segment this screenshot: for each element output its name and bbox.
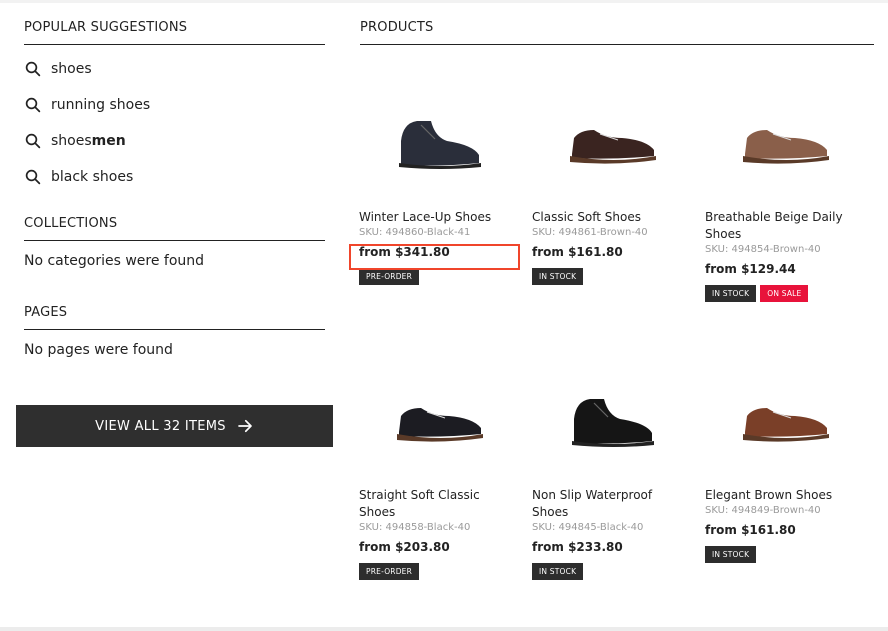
- arrow-right-icon: [238, 419, 252, 433]
- search-icon: [25, 61, 41, 77]
- product-card[interactable]: Straight Soft Classic Shoes SKU: 494858-B…: [359, 356, 519, 580]
- product-price: from $129.44: [705, 262, 796, 276]
- pages-title: PAGES: [24, 305, 325, 330]
- status-badge: IN STOCK: [705, 285, 757, 302]
- product-name[interactable]: Classic Soft Shoes: [532, 209, 692, 226]
- badge-group: IN STOCK ON SALE: [705, 285, 865, 302]
- badge-group: IN STOCK: [532, 268, 692, 285]
- status-badge: IN STOCK: [705, 546, 757, 563]
- product-name[interactable]: Elegant Brown Shoes: [705, 487, 865, 504]
- product-image[interactable]: [532, 78, 692, 203]
- product-sku: SKU: 494860-Black-41: [359, 227, 471, 238]
- collections-empty-note: No categories were found: [24, 253, 205, 269]
- product-image[interactable]: [532, 356, 692, 481]
- search-icon: [25, 169, 41, 185]
- suggestion-text: running shoes: [51, 97, 151, 113]
- product-sku: SKU: 494845-Black-40: [532, 522, 644, 533]
- search-icon: [25, 97, 41, 113]
- product-image[interactable]: [705, 78, 865, 203]
- popular-suggestions-title: POPULAR SUGGESTIONS: [24, 20, 325, 45]
- product-card[interactable]: Elegant Brown Shoes SKU: 494849-Brown-40 f…: [705, 356, 865, 563]
- products-title: PRODUCTS: [360, 20, 874, 45]
- suggestion-list: shoes running shoes shoesmen black shoes: [24, 51, 325, 195]
- collections-section: COLLECTIONS No categories were found: [24, 216, 325, 269]
- product-image[interactable]: [705, 356, 865, 481]
- suggestion-item[interactable]: shoes: [24, 51, 325, 87]
- product-sku: SKU: 494849-Brown-40: [705, 505, 821, 516]
- view-all-items-button[interactable]: VIEW ALL 32 ITEMS: [16, 405, 333, 447]
- suggestion-text: black shoes: [51, 169, 134, 185]
- product-sku: SKU: 494854-Brown-40: [705, 244, 821, 255]
- suggestion-item[interactable]: shoesmen: [24, 123, 325, 159]
- product-card[interactable]: Non Slip Waterproof Shoes SKU: 494845-Bla…: [532, 356, 692, 580]
- product-price: from $341.80: [359, 245, 450, 259]
- view-all-label: VIEW ALL 32 ITEMS: [95, 418, 226, 434]
- product-price: from $161.80: [705, 523, 796, 537]
- suggestion-text: shoesmen: [51, 133, 126, 149]
- product-name[interactable]: Straight Soft Classic Shoes: [359, 487, 519, 521]
- pages-section: PAGES No pages were found: [24, 305, 325, 358]
- product-sku: SKU: 494858-Black-40: [359, 522, 471, 533]
- product-image[interactable]: [359, 78, 519, 203]
- products-header: PRODUCTS: [360, 20, 874, 45]
- suggestion-text: shoes: [51, 61, 92, 77]
- product-image[interactable]: [359, 356, 519, 481]
- product-sku: SKU: 494861-Brown-40: [532, 227, 648, 238]
- product-price: from $161.80: [532, 245, 623, 259]
- status-badge: PRE-ORDER: [359, 268, 420, 285]
- status-badge: PRE-ORDER: [359, 563, 420, 580]
- top-divider: [0, 0, 888, 3]
- badge-group: IN STOCK: [532, 563, 692, 580]
- suggestion-item[interactable]: running shoes: [24, 87, 325, 123]
- product-price: from $233.80: [532, 540, 623, 554]
- bottom-divider: [0, 627, 888, 631]
- status-badge: IN STOCK: [532, 563, 584, 580]
- status-badge: ON SALE: [760, 285, 809, 302]
- product-name[interactable]: Breathable Beige Daily Shoes: [705, 209, 865, 243]
- pages-empty-note: No pages were found: [24, 342, 173, 358]
- product-card[interactable]: Breathable Beige Daily Shoes SKU: 494854-…: [705, 78, 865, 302]
- badge-group: PRE-ORDER: [359, 563, 519, 580]
- badge-group: PRE-ORDER: [359, 268, 519, 285]
- search-icon: [25, 133, 41, 149]
- product-price: from $203.80: [359, 540, 450, 554]
- product-card[interactable]: Classic Soft Shoes SKU: 494861-Brown-40 fr…: [532, 78, 692, 285]
- suggestions-panel: POPULAR SUGGESTIONS shoes running shoes sh…: [24, 20, 325, 358]
- product-card[interactable]: Winter Lace-Up Shoes SKU: 494860-Black-41…: [359, 78, 519, 285]
- product-name[interactable]: Non Slip Waterproof Shoes: [532, 487, 692, 521]
- badge-group: IN STOCK: [705, 546, 865, 563]
- collections-title: COLLECTIONS: [24, 216, 325, 241]
- product-name[interactable]: Winter Lace-Up Shoes: [359, 209, 519, 226]
- suggestion-item[interactable]: black shoes: [24, 159, 325, 195]
- status-badge: IN STOCK: [532, 268, 584, 285]
